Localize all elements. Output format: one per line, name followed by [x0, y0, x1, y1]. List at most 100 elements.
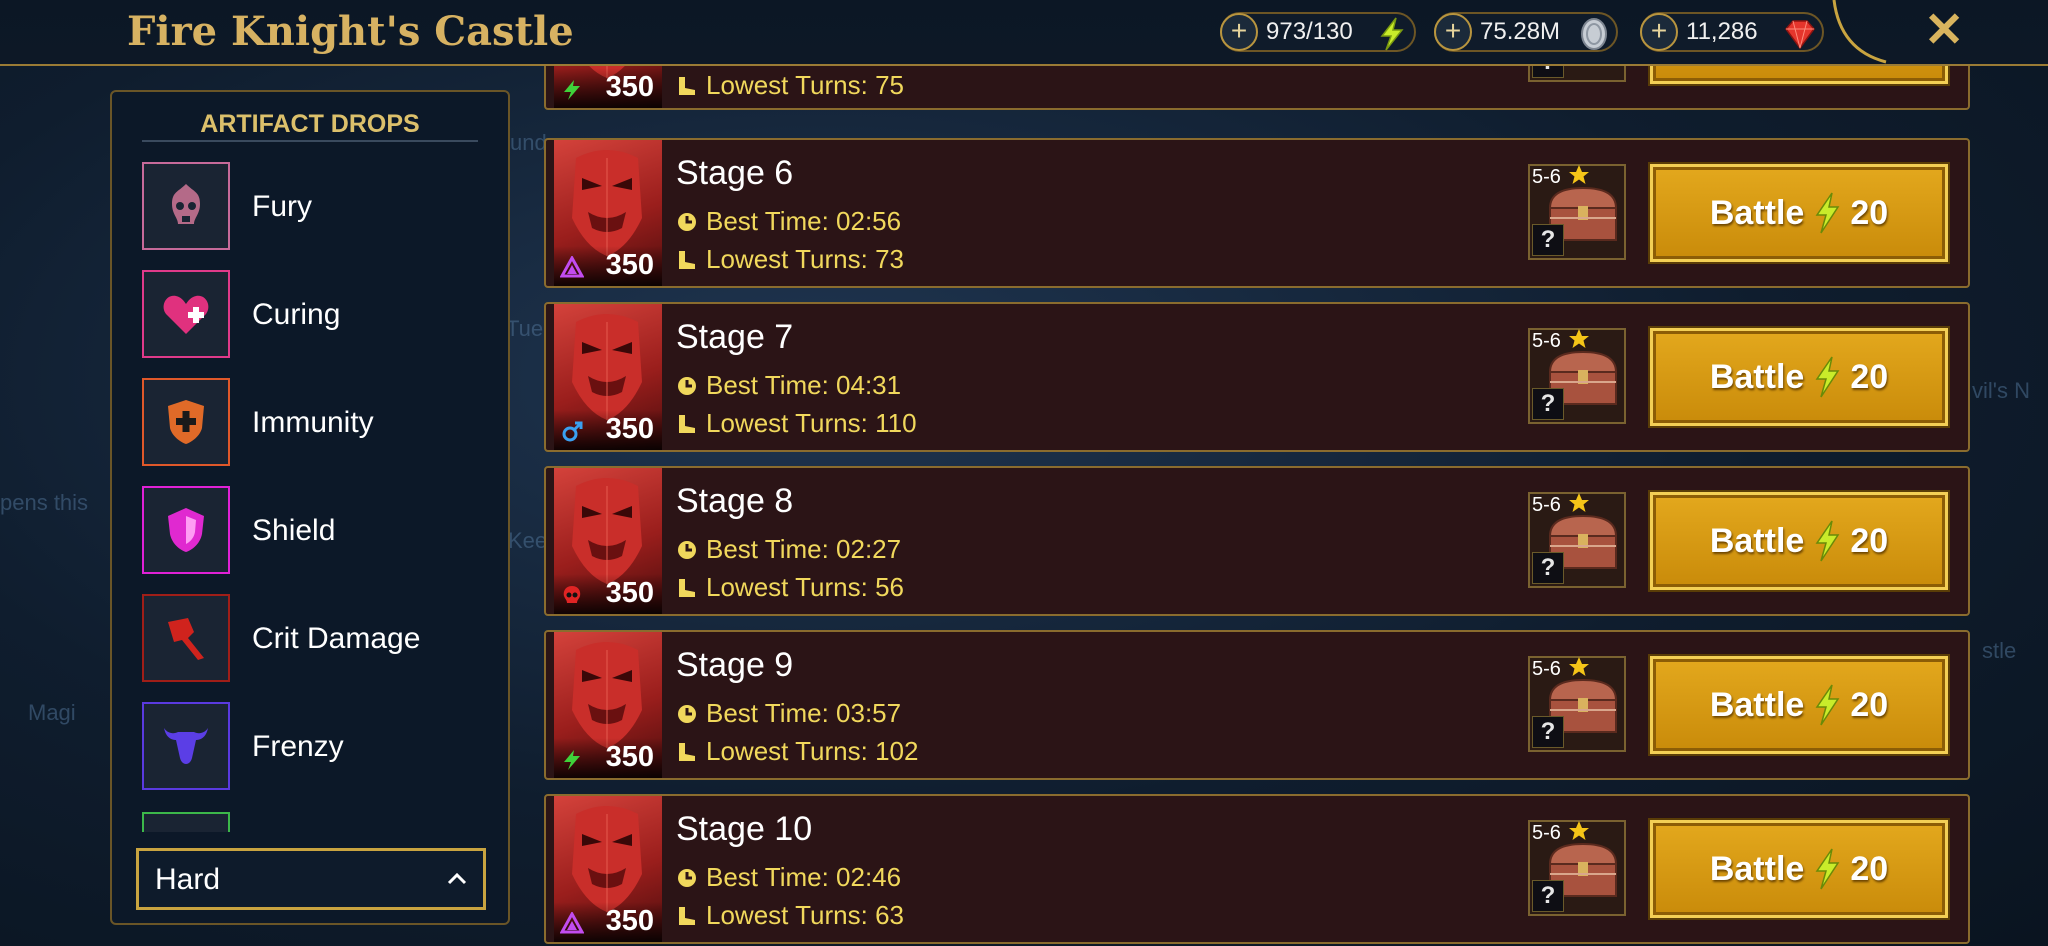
artifact-drop-shield[interactable]: Shield — [142, 486, 482, 576]
boot-icon — [679, 579, 695, 597]
page-title: Fire Knight's Castle — [127, 8, 574, 55]
best-time-value: Best Time: 02:56 — [706, 206, 902, 236]
difficulty-select[interactable]: Hard — [136, 848, 486, 910]
artifact-drop-frenzy[interactable]: Frenzy — [142, 702, 482, 792]
artifact-drop-immunity[interactable]: Immunity — [142, 378, 482, 468]
boss-portrait: 350 — [554, 468, 662, 614]
silver-resource[interactable]: + 75.28M — [1434, 12, 1618, 52]
energy-bolt-icon — [1815, 192, 1840, 234]
curing-box — [142, 270, 230, 358]
random-reward-icon: ? — [1532, 66, 1564, 78]
best-time: Best Time: 04:31 — [676, 370, 901, 401]
random-reward-icon: ? — [1532, 224, 1564, 256]
stage-list[interactable]: 350Stage 5Lowest Turns: 755-6?Battle2035… — [540, 66, 1970, 946]
reward-chest[interactable]: 5-6? — [1528, 66, 1626, 82]
crit-damage-axe-icon — [168, 618, 204, 660]
artifact-drop-label: Fury — [252, 190, 312, 223]
random-reward-icon: ? — [1532, 716, 1564, 748]
clock-icon — [678, 377, 696, 395]
best-time: Best Time: 03:57 — [676, 698, 901, 729]
male-set-icon — [562, 421, 583, 442]
gem-value: 11,286 — [1686, 18, 1758, 45]
stage-row[interactable]: 350 Stage 10 Best Time: 02:46 Lowest Turns:… — [544, 794, 1970, 944]
energy-resource[interactable]: + 973/130 — [1220, 12, 1416, 52]
accuracy-set-icon — [560, 912, 584, 934]
artifact-drop-crit-damage[interactable]: Crit Damage — [142, 594, 482, 684]
stage-name: Stage 7 — [676, 318, 794, 356]
reward-chest[interactable]: 5-6? — [1528, 328, 1626, 424]
stage-row[interactable]: 350 Stage 9 Best Time: 03:57 Lowest Turns: … — [544, 630, 1970, 780]
stage-row[interactable]: 350 Stage 6 Best Time: 02:56 Lowest Turns: … — [544, 138, 1970, 288]
stage-row[interactable]: 350 Stage 7 Best Time: 04:31 Lowest Turns: … — [544, 302, 1970, 452]
lowest-turns: Lowest Turns: 102 — [676, 736, 918, 767]
stage-name: Stage 9 — [676, 646, 794, 684]
artifact-drop-label: Frenzy — [252, 730, 344, 763]
stage-row[interactable]: 350 Stage 8 Best Time: 02:27 Lowest Turns: … — [544, 466, 1970, 616]
gem-resource[interactable]: + 11,286 — [1640, 12, 1824, 52]
stage-row[interactable]: 350Stage 5Lowest Turns: 755-6?Battle20 — [544, 66, 1970, 110]
lowest-turns-value: Lowest Turns: 75 — [706, 70, 904, 100]
shield-icon — [168, 508, 204, 552]
fury-box — [142, 162, 230, 250]
battle-label: Battle — [1709, 849, 1805, 888]
battle-button[interactable]: Battle20 — [1650, 492, 1948, 590]
reward-chest[interactable]: 5-6? — [1528, 164, 1626, 260]
silver-value: 75.28M — [1480, 18, 1561, 45]
boss-level: 350 — [605, 577, 654, 609]
lowest-turns-value: Lowest Turns: 63 — [706, 900, 904, 930]
background-text: Magi — [28, 700, 76, 725]
background-text: pens this — [0, 490, 89, 515]
artifact-drops-title: ARTIFACT DROPS — [200, 110, 420, 138]
boot-icon — [679, 415, 695, 433]
energy-cost: 20 — [1850, 357, 1889, 396]
lowest-turns-value: Lowest Turns: 102 — [706, 736, 919, 766]
random-reward-icon: ? — [1532, 388, 1564, 420]
battle-button[interactable]: Battle20 — [1650, 820, 1948, 918]
add-energy-button[interactable]: + — [1220, 13, 1258, 51]
battle-button[interactable]: Battle20 — [1650, 66, 1948, 84]
stage-name: Stage 10 — [676, 810, 813, 848]
best-time: Best Time: 02:56 — [676, 206, 901, 237]
lowest-turns: Lowest Turns: 73 — [676, 244, 904, 275]
speed-set-icon — [564, 80, 580, 100]
battle-button[interactable]: Battle20 — [1650, 328, 1948, 426]
energy-bolt-icon — [1815, 520, 1840, 562]
accuracy-set-icon — [560, 256, 584, 278]
add-gems-button[interactable]: + — [1640, 13, 1678, 51]
battle-button[interactable]: Battle20 — [1650, 164, 1948, 262]
clock-icon — [678, 705, 696, 723]
clock-icon — [678, 869, 696, 887]
lowest-turns: Lowest Turns: 75 — [676, 70, 904, 101]
boot-icon — [679, 251, 695, 269]
artifact-drop-curing[interactable]: Curing — [142, 270, 482, 360]
battle-button[interactable]: Battle20 — [1650, 656, 1948, 754]
gem-icon — [1785, 20, 1815, 50]
best-time-value: Best Time: 02:27 — [706, 534, 902, 564]
boss-portrait: 350 — [554, 140, 662, 286]
star-icon — [1569, 165, 1589, 184]
lowest-turns: Lowest Turns: 63 — [676, 900, 904, 931]
battle-label: Battle — [1709, 521, 1805, 560]
difficulty-value: Hard — [155, 863, 221, 896]
add-silver-button[interactable]: + — [1434, 13, 1472, 51]
reward-chest[interactable]: 5-6? — [1528, 492, 1626, 588]
lowest-turns-value: Lowest Turns: 56 — [706, 572, 904, 602]
energy-value: 973/130 — [1266, 18, 1353, 45]
frenzy-bull-icon — [164, 728, 208, 764]
random-reward-icon: ? — [1532, 552, 1564, 584]
immunity-shield-icon — [168, 400, 204, 444]
frenzy-box — [142, 702, 230, 790]
random-reward-icon: ? — [1532, 880, 1564, 912]
close-button[interactable]: ✕ — [1924, 6, 1964, 56]
lowest-turns-value: Lowest Turns: 73 — [706, 244, 904, 274]
energy-bolt-icon — [1815, 848, 1840, 890]
lowest-turns: Lowest Turns: 110 — [676, 408, 917, 439]
reward-chest[interactable]: 5-6? — [1528, 656, 1626, 752]
reward-chest[interactable]: 5-6? — [1528, 820, 1626, 916]
artifact-drop-label: Curing — [252, 298, 341, 331]
stage-name: Stage 8 — [676, 482, 794, 520]
artifact-drop-fury[interactable]: Fury — [142, 162, 482, 252]
best-time-value: Best Time: 03:57 — [706, 698, 902, 728]
best-time: Best Time: 02:27 — [676, 534, 901, 565]
boss-portrait: 350 — [554, 796, 662, 942]
